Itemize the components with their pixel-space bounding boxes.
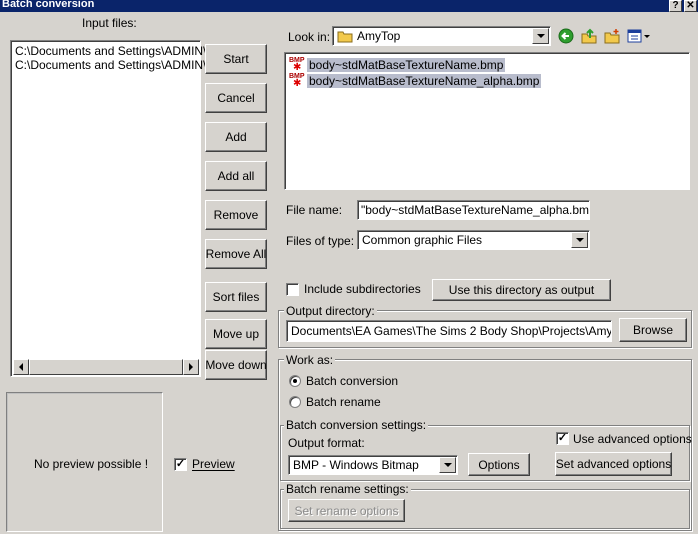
- conversion-settings-label: Batch conversion settings:: [284, 418, 429, 432]
- file-browser-list[interactable]: BMP ✱ body~stdMatBaseTextureName.bmp BMP ✱…: [284, 52, 690, 190]
- checkmark-icon: ✓: [557, 432, 568, 444]
- output-format-dropdown-button[interactable]: [439, 457, 456, 473]
- set-advanced-options-button[interactable]: Set advanced options: [555, 452, 672, 476]
- set-rename-options-button[interactable]: Set rename options: [288, 499, 405, 522]
- input-files-list[interactable]: C:\Documents and Settings\ADMIN\M C:\Doc…: [10, 40, 216, 377]
- input-file-item[interactable]: C:\Documents and Settings\ADMIN\M: [15, 44, 216, 58]
- files-of-type-dropdown-button[interactable]: [571, 232, 588, 248]
- chevron-down-icon: [443, 463, 452, 467]
- view-menu-button[interactable]: [626, 27, 652, 45]
- files-of-type-value: Common graphic Files: [362, 233, 483, 247]
- up-folder-icon: [581, 28, 597, 44]
- checkmark-icon: ✓: [175, 458, 186, 470]
- folder-icon: [337, 31, 353, 43]
- batch-rename-radio[interactable]: [289, 396, 301, 408]
- file-name-value: "body~stdMatBaseTextureName_alpha.bmp" ": [361, 203, 590, 217]
- use-advanced-options-label[interactable]: Use advanced options: [573, 432, 692, 446]
- back-button[interactable]: [557, 27, 575, 45]
- look-in-label: Look in:: [288, 30, 331, 44]
- options-button[interactable]: Options: [468, 453, 530, 476]
- output-format-combo[interactable]: BMP - Windows Bitmap: [288, 455, 458, 475]
- look-in-combo[interactable]: AmyTop: [332, 26, 551, 46]
- output-directory-value: Documents\EA Games\The Sims 2 Body Shop\…: [291, 324, 612, 338]
- output-directory-label: Output directory:: [284, 304, 377, 318]
- arrow-left-icon: [19, 363, 23, 371]
- move-down-button[interactable]: Move down: [205, 350, 267, 380]
- file-item[interactable]: BMP ✱ body~stdMatBaseTextureName_alpha.bm…: [289, 73, 542, 89]
- batch-rename-label[interactable]: Batch rename: [306, 395, 381, 409]
- bmp-file-icon: BMP ✱: [289, 73, 305, 89]
- back-arrow-icon: [558, 28, 574, 44]
- start-button[interactable]: Start: [205, 44, 267, 74]
- window-title: Batch conversion: [2, 0, 95, 10]
- new-folder-button[interactable]: [603, 27, 621, 45]
- view-menu-icon: [627, 29, 650, 43]
- help-button[interactable]: ?: [669, 0, 682, 12]
- chevron-down-icon: [536, 34, 545, 38]
- batch-conversion-radio[interactable]: [289, 375, 301, 387]
- remove-button[interactable]: Remove: [205, 200, 267, 230]
- file-item-name: body~stdMatBaseTextureName.bmp: [307, 58, 506, 72]
- file-name-input[interactable]: "body~stdMatBaseTextureName_alpha.bmp" ": [357, 200, 590, 220]
- bmp-file-icon: BMP ✱: [289, 57, 305, 73]
- scroll-left-button[interactable]: [13, 359, 29, 375]
- new-folder-icon: [604, 29, 620, 44]
- rename-settings-label: Batch rename settings:: [284, 482, 411, 496]
- files-of-type-label: Files of type:: [286, 234, 355, 248]
- input-file-item[interactable]: C:\Documents and Settings\ADMIN\M: [15, 58, 216, 72]
- preview-panel: No preview possible !: [6, 392, 163, 532]
- file-name-label: File name:: [286, 203, 343, 217]
- output-directory-input[interactable]: Documents\EA Games\The Sims 2 Body Shop\…: [286, 320, 612, 342]
- sort-files-button[interactable]: Sort files: [205, 282, 267, 312]
- look-in-dropdown-button[interactable]: [532, 28, 549, 44]
- close-button[interactable]: ✕: [684, 0, 697, 12]
- use-advanced-options-checkbox[interactable]: ✓: [556, 432, 569, 445]
- output-format-value: BMP - Windows Bitmap: [293, 458, 419, 472]
- remove-all-button[interactable]: Remove All: [205, 239, 267, 269]
- title-bar: Batch conversion: [0, 0, 698, 12]
- add-all-button[interactable]: Add all: [205, 161, 267, 191]
- up-folder-button[interactable]: [580, 27, 598, 45]
- browse-button[interactable]: Browse: [619, 318, 687, 342]
- look-in-value: AmyTop: [357, 29, 401, 43]
- preview-checkbox[interactable]: ✓: [174, 458, 187, 471]
- batch-conversion-label[interactable]: Batch conversion: [306, 374, 398, 388]
- add-button[interactable]: Add: [205, 122, 267, 152]
- work-as-label: Work as:: [284, 353, 336, 367]
- include-subdirectories-checkbox[interactable]: [286, 283, 299, 296]
- output-format-label: Output format:: [288, 436, 365, 450]
- file-item-name: body~stdMatBaseTextureName_alpha.bmp: [307, 74, 542, 88]
- use-directory-as-output-button[interactable]: Use this directory as output: [432, 279, 611, 301]
- files-of-type-combo[interactable]: Common graphic Files: [357, 230, 590, 250]
- preview-message: No preview possible !: [34, 457, 149, 471]
- file-item[interactable]: BMP ✱ body~stdMatBaseTextureName.bmp: [289, 57, 506, 73]
- scroll-right-button[interactable]: [183, 359, 199, 375]
- input-files-label: Input files:: [82, 16, 137, 30]
- scroll-thumb[interactable]: [29, 359, 183, 375]
- move-up-button[interactable]: Move up: [205, 319, 267, 349]
- chevron-down-icon: [575, 238, 584, 242]
- cancel-button[interactable]: Cancel: [205, 83, 267, 113]
- preview-checkbox-label[interactable]: Preview: [192, 457, 235, 471]
- arrow-right-icon: [189, 363, 193, 371]
- include-subdirectories-label[interactable]: Include subdirectories: [304, 282, 421, 296]
- input-files-hscrollbar[interactable]: [13, 359, 199, 375]
